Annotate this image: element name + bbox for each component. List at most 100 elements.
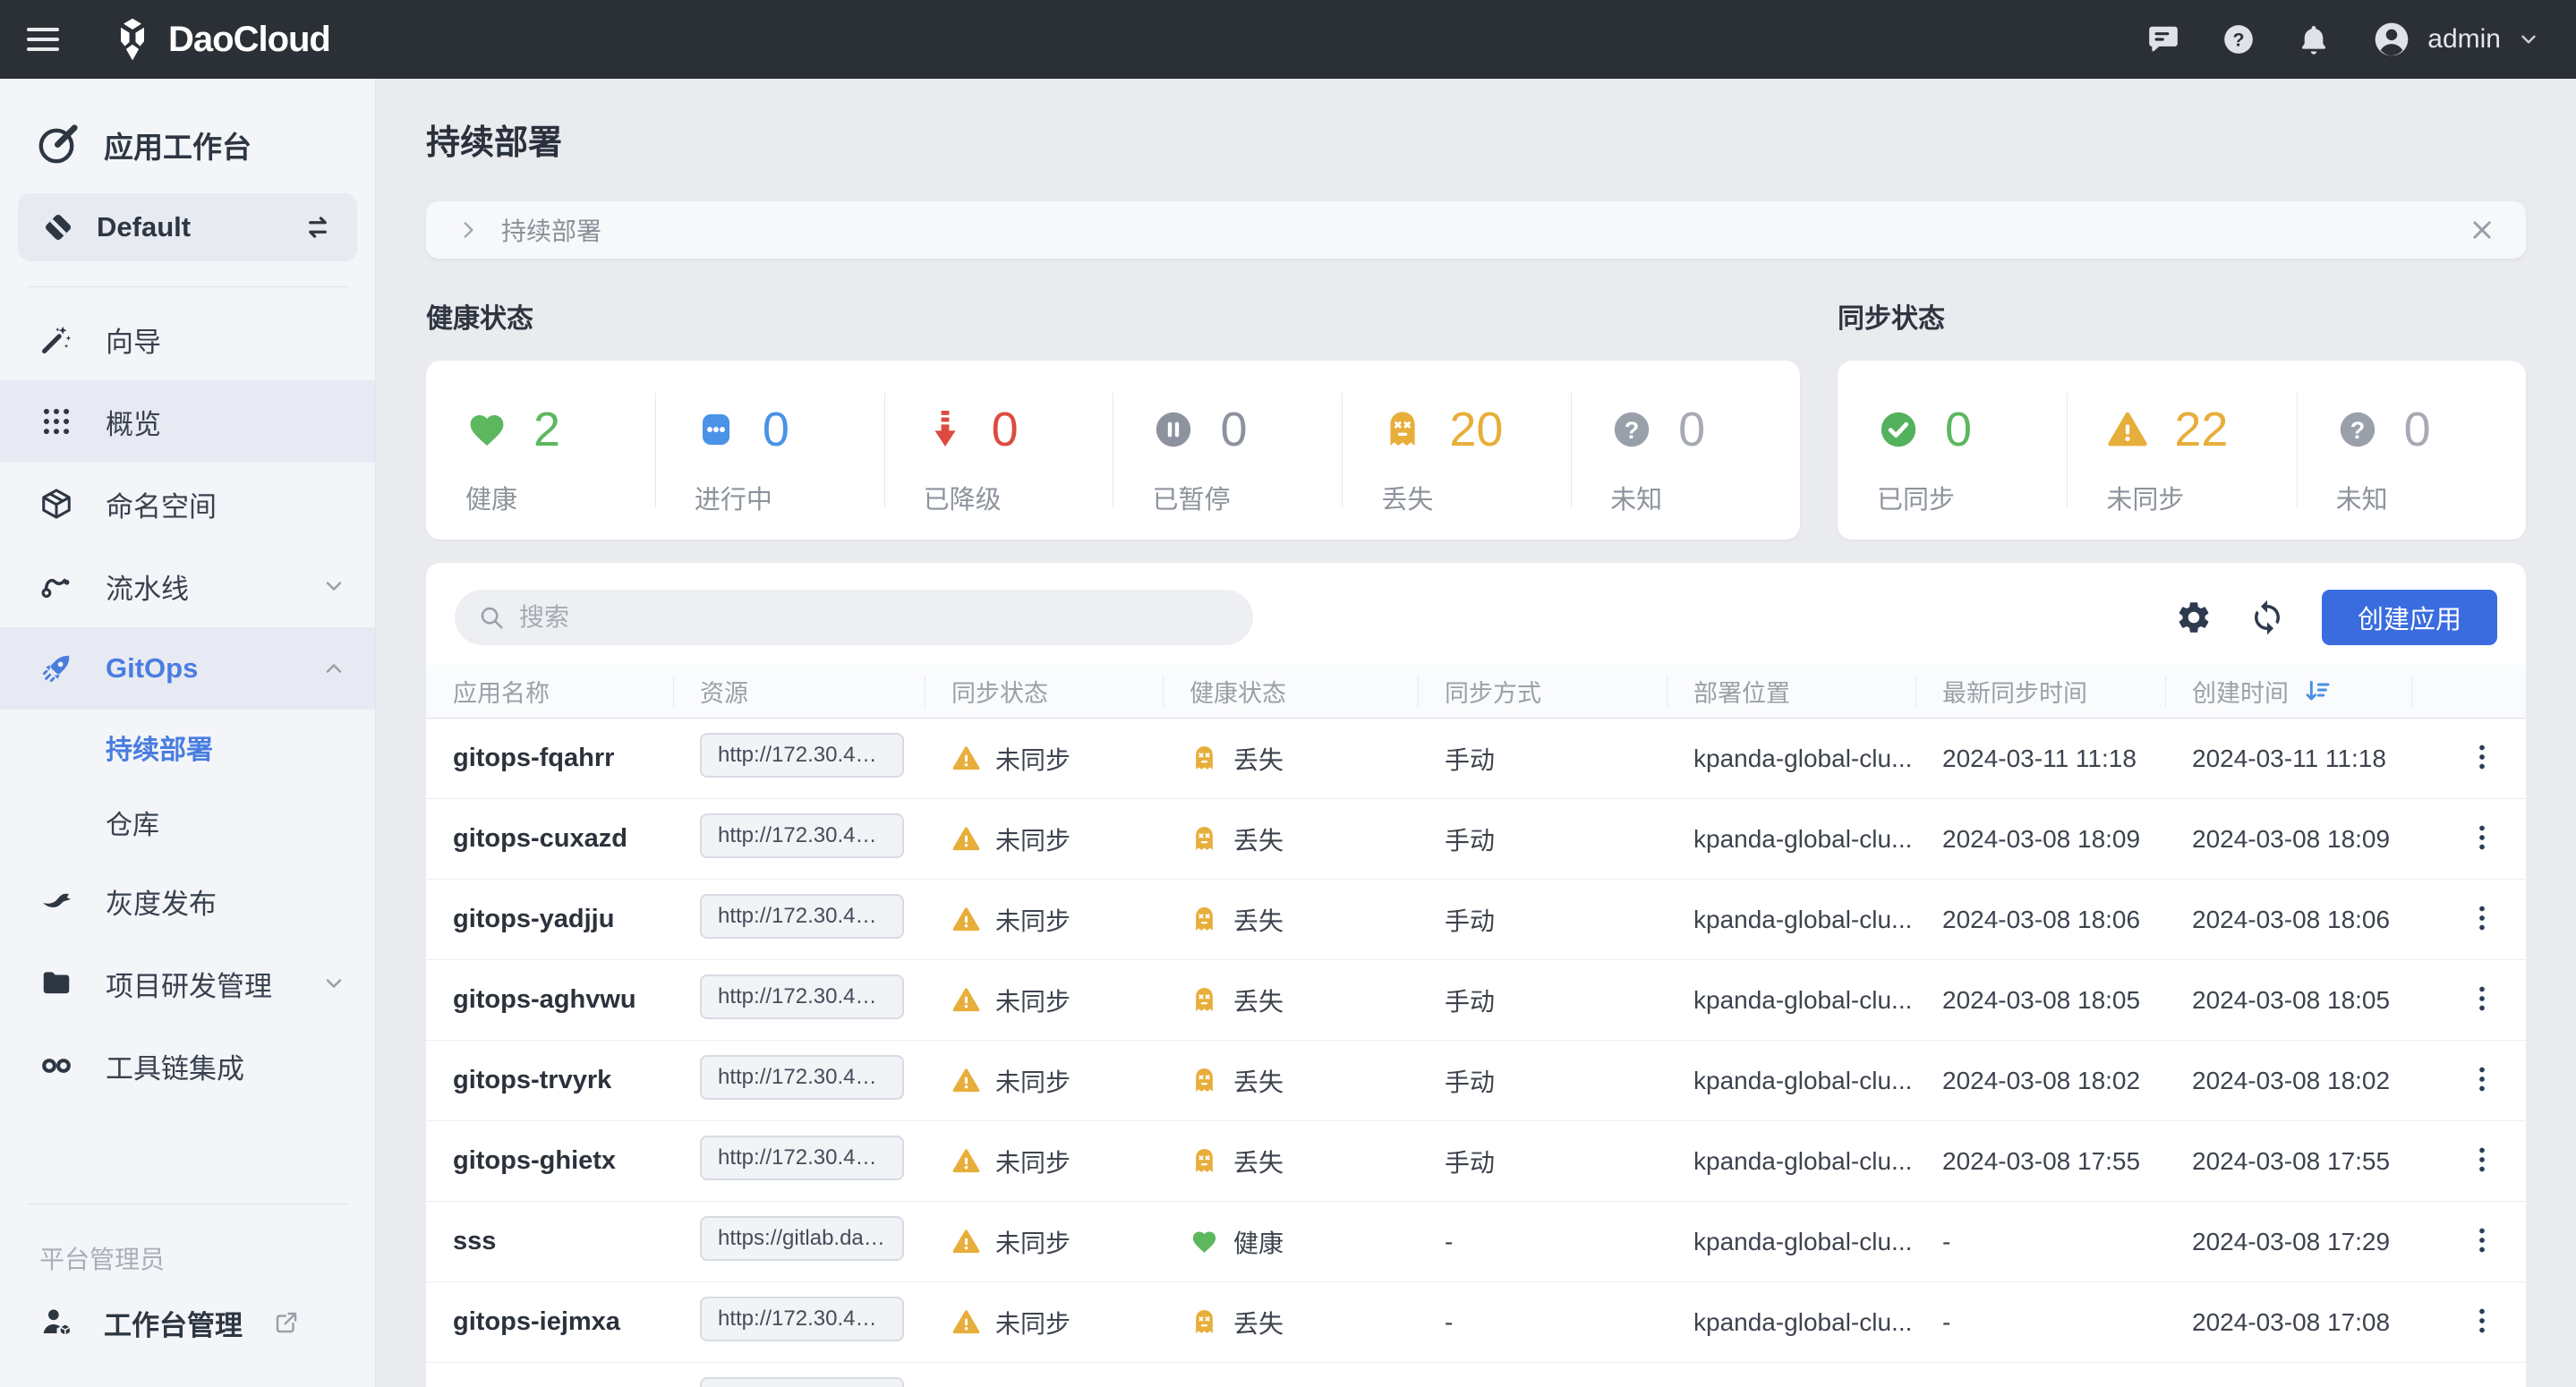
main-content: 持续部署 持续部署 健康状态 2 健康 (376, 79, 2576, 1387)
cell-app-name[interactable]: gitops-trvyrk (426, 1066, 673, 1095)
table-row[interactable]: gitops-ghietx http://172.30.40.... 未同步 丢… (426, 1121, 2526, 1202)
resource-chip[interactable]: http://172.30.40.... (700, 894, 904, 939)
banner-expand-chevron-icon[interactable] (456, 218, 480, 242)
sidebar-item-overview[interactable]: 概览 (0, 380, 375, 463)
health-status-card: 2 健康 0 进行中 (426, 361, 1800, 540)
cell-last-sync-time: - (1915, 1308, 2165, 1337)
resource-chip[interactable]: http://172.30.40.... (700, 733, 904, 778)
cell-app-name[interactable]: gitops-fqahrr (426, 744, 673, 773)
resource-chip[interactable]: http://172.30.40.... (700, 1136, 904, 1180)
app-root: DaoCloud admin 应用工作台 Default (0, 0, 2576, 1387)
cell-sync-status: 未同步 (995, 1144, 1070, 1179)
resource-chip[interactable]: http://172.30.40.... (700, 813, 904, 858)
cell-app-name[interactable]: gitops-aghvwu (426, 985, 673, 1015)
column-header-health-status[interactable]: 健康状态 (1163, 665, 1418, 718)
sidebar-item-namespace[interactable]: 命名空间 (0, 463, 375, 545)
out-of-sync-icon (951, 985, 981, 1015)
search-box[interactable] (455, 590, 1253, 645)
workspace-selector[interactable]: Default (18, 193, 357, 261)
kebab-menu-icon[interactable] (2464, 821, 2500, 857)
cell-deploy-location: kpanda-global-clu... (1667, 825, 1915, 854)
help-icon[interactable] (2222, 22, 2256, 56)
kebab-menu-icon[interactable] (2464, 902, 2500, 938)
stat-value: 0 (1220, 402, 1247, 457)
table-row[interactable]: gitops-dixgyl https://gitlab.daoc... 未同步… (426, 1363, 2526, 1387)
health-section-title: 健康状态 (426, 296, 1800, 336)
column-header-deploy-location[interactable]: 部署位置 (1667, 665, 1915, 718)
ghost-icon (1381, 408, 1424, 451)
hamburger-menu-icon[interactable] (27, 24, 68, 55)
sidebar-item-canary-release[interactable]: 灰度发布 (0, 860, 375, 942)
sidebar-item-pipeline[interactable]: 流水线 (0, 545, 375, 627)
table-row[interactable]: gitops-iejmxa http://172.30.40.... 未同步 丢… (426, 1282, 2526, 1363)
cell-deploy-location: kpanda-global-clu... (1667, 1067, 1915, 1095)
missing-ghost-icon (1190, 1307, 1219, 1337)
cell-health-status: 丢失 (1233, 1063, 1284, 1099)
sidebar-item-project-management[interactable]: 项目研发管理 (0, 942, 375, 1025)
sidebar-subitem-repository[interactable]: 仓库 (0, 785, 375, 860)
sort-descending-icon[interactable] (2303, 677, 2332, 706)
kebab-menu-icon[interactable] (2464, 983, 2500, 1018)
column-header-created-time[interactable]: 创建时间 (2165, 665, 2411, 718)
kebab-menu-icon[interactable] (2464, 1224, 2500, 1260)
switch-workspace-icon[interactable] (302, 211, 334, 243)
healthy-heart-icon (1190, 1227, 1219, 1256)
resource-chip[interactable]: http://172.30.40.... (700, 974, 904, 1019)
health-status-section: 健康状态 2 健康 0 (426, 296, 1800, 540)
column-header-sync-mode[interactable]: 同步方式 (1418, 665, 1667, 718)
kebab-menu-icon[interactable] (2464, 1063, 2500, 1099)
table-row[interactable]: gitops-fqahrr http://172.30.40.... 未同步 丢… (426, 719, 2526, 799)
daocloud-logo-icon (109, 16, 156, 63)
cell-app-name[interactable]: gitops-cuxazd (426, 824, 673, 854)
kebab-menu-icon[interactable] (2464, 1144, 2500, 1179)
cell-app-name[interactable]: gitops-ghietx (426, 1146, 673, 1176)
brand-logo[interactable]: DaoCloud (109, 16, 330, 63)
stat-sync-unknown: 0 未知 (2297, 361, 2526, 540)
table-row[interactable]: gitops-trvyrk http://172.30.40.... 未同步 丢… (426, 1041, 2526, 1121)
feedback-chat-icon[interactable] (2146, 22, 2180, 56)
column-header-sync-status[interactable]: 同步状态 (925, 665, 1163, 718)
cell-app-name[interactable]: sss (426, 1227, 673, 1256)
folder-icon (39, 966, 73, 1000)
out-of-sync-icon (951, 1227, 981, 1256)
refresh-icon[interactable] (2248, 599, 2286, 636)
resource-chip[interactable]: https://gitlab.daoc... (700, 1216, 904, 1261)
banner-close-icon[interactable] (2469, 217, 2495, 243)
cell-app-name[interactable]: gitops-iejmxa (426, 1307, 673, 1337)
settings-gear-icon[interactable] (2175, 599, 2213, 636)
table-row[interactable]: gitops-aghvwu http://172.30.40.... 未同步 丢… (426, 960, 2526, 1041)
out-of-sync-icon (951, 1307, 981, 1337)
table-row[interactable]: gitops-cuxazd http://172.30.40.... 未同步 丢… (426, 799, 2526, 880)
sidebar-subitem-continuous-deployment[interactable]: 持续部署 (0, 710, 375, 785)
check-circle-icon (1877, 408, 1920, 451)
cell-sync-mode: 手动 (1418, 983, 1667, 1018)
cell-sync-status: 未同步 (995, 741, 1070, 777)
cell-app-name[interactable]: gitops-yadjju (426, 905, 673, 934)
resource-chip[interactable]: https://gitlab.daoc... (700, 1377, 904, 1387)
sidebar-item-gitops[interactable]: GitOps (0, 627, 375, 710)
notifications-bell-icon[interactable] (2297, 22, 2331, 56)
sidebar-item-workbench-management[interactable]: 工作台管理 (0, 1281, 375, 1364)
column-header-resource[interactable]: 资源 (673, 665, 925, 718)
user-menu[interactable]: admin (2372, 20, 2540, 59)
cell-deploy-location: kpanda-global-clu... (1667, 1147, 1915, 1176)
sidebar-item-toolchain[interactable]: 工具链集成 (0, 1025, 375, 1107)
table-row[interactable]: sss https://gitlab.daoc... 未同步 健康 - kpan… (426, 1202, 2526, 1282)
stat-label: 未知 (2336, 479, 2526, 516)
sidebar-item-wizard[interactable]: 向导 (0, 298, 375, 380)
column-header-app-name[interactable]: 应用名称 (426, 665, 673, 718)
create-app-button[interactable]: 创建应用 (2322, 590, 2497, 645)
cell-created-time: 2024-03-08 18:05 (2165, 986, 2411, 1015)
resource-chip[interactable]: http://172.30.40.... (700, 1297, 904, 1341)
table-row[interactable]: gitops-yadjju http://172.30.40.... 未同步 丢… (426, 880, 2526, 960)
resource-chip[interactable]: http://172.30.40.... (700, 1055, 904, 1100)
stat-progressing: 0 进行中 (655, 361, 884, 540)
cell-sync-mode: 手动 (1418, 741, 1667, 777)
sidebar-item-label: 向导 (106, 319, 161, 360)
cell-last-sync-time: 2024-03-08 18:05 (1915, 986, 2165, 1015)
out-of-sync-icon (951, 824, 981, 854)
kebab-menu-icon[interactable] (2464, 741, 2500, 777)
search-input[interactable] (519, 603, 1230, 632)
kebab-menu-icon[interactable] (2464, 1305, 2500, 1340)
column-header-last-sync-time[interactable]: 最新同步时间 (1915, 665, 2165, 718)
